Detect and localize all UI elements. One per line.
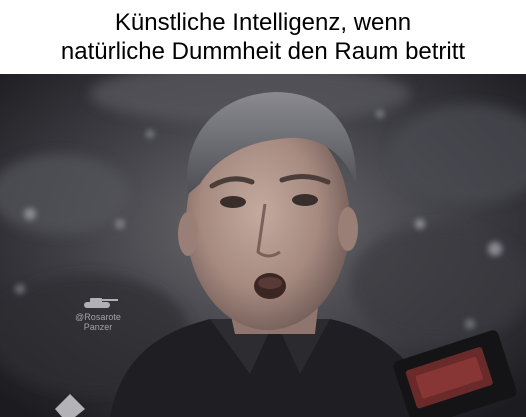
watermark-name: Panzer [83,322,113,332]
mouth-inner [258,277,282,289]
watermark-handle: @Rosarote [75,312,121,322]
meme-photo: @Rosarote Panzer [0,74,526,417]
caption-line-2: natürliche Dummheit den Raum betritt [60,38,466,65]
tank-icon [84,298,118,308]
caption-line-1: Künstliche Intelligenz, wenn [114,9,412,36]
meme-caption: Künstliche Intelligenz, wenn natürliche … [0,0,526,74]
left-ear [178,212,198,256]
right-eye [292,194,318,206]
photo-illustration [0,74,526,417]
right-ear [338,207,358,251]
left-eye [220,196,246,208]
watermark: @Rosarote Panzer [66,296,130,332]
